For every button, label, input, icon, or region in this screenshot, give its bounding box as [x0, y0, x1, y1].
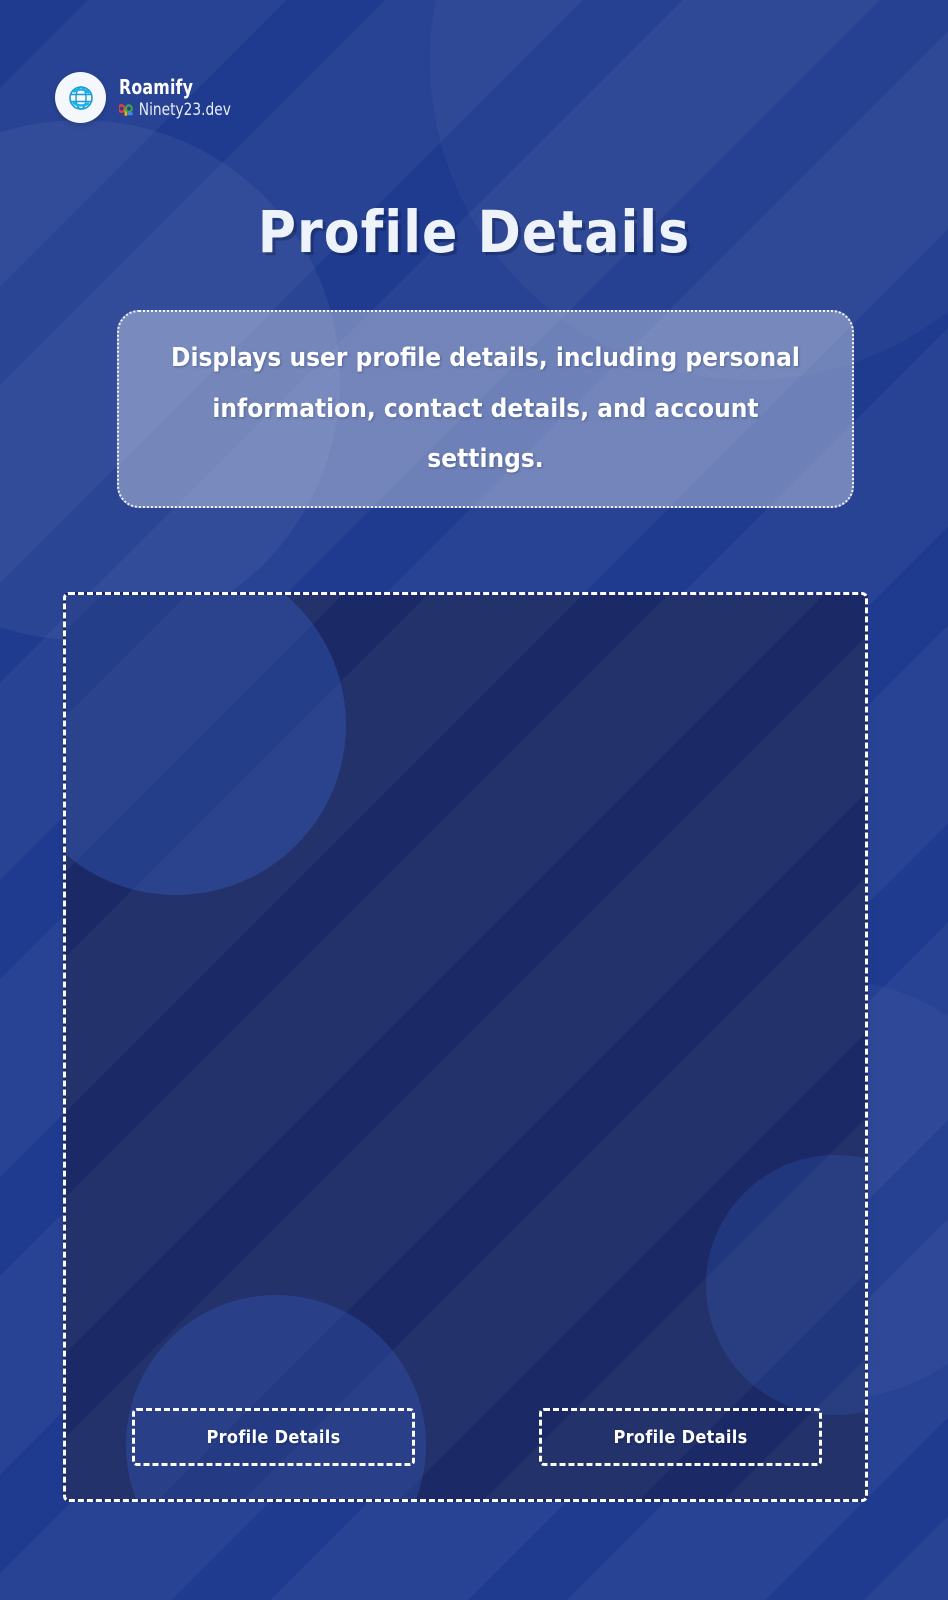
caption-label: Profile Details: [613, 1426, 748, 1448]
brand-sub-lockup: Ninety23.dev: [119, 100, 231, 120]
description-text: Displays user profile details, including…: [171, 342, 800, 475]
brand-sub-text: Ninety23.dev: [138, 100, 231, 120]
page-title: Profile Details: [257, 198, 691, 266]
brand-name: Roamify: [119, 75, 194, 99]
ninety23-logo-icon: [119, 103, 133, 116]
description-card: Displays user profile details, including…: [117, 310, 854, 508]
globe-travel-icon: [55, 72, 106, 123]
mockup-showcase-panel: [63, 592, 868, 1502]
caption-chip-light: Profile Details: [132, 1408, 415, 1466]
caption-label: Profile Details: [206, 1426, 341, 1448]
caption-chip-dark: Profile Details: [539, 1408, 822, 1466]
brand-lockup: Roamify Ninety23.dev: [55, 72, 243, 123]
